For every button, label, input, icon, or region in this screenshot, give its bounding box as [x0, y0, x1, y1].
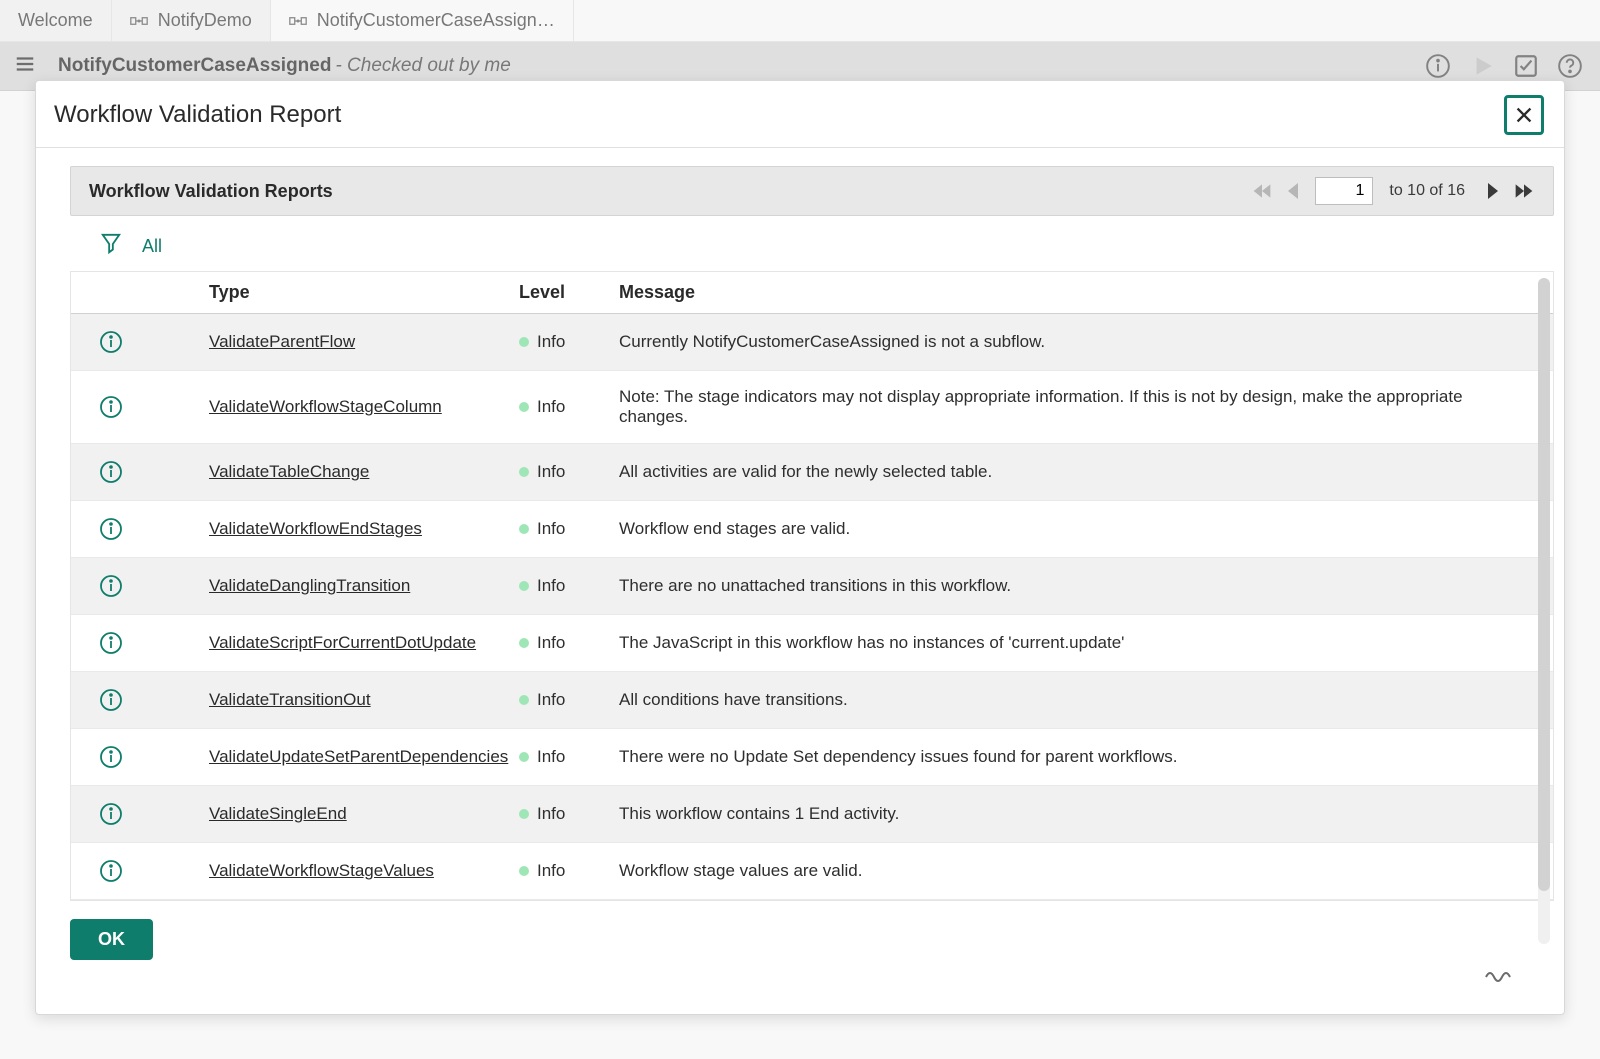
message-text: All activities are valid for the newly s…	[619, 462, 1525, 482]
info-icon[interactable]	[99, 395, 209, 419]
dialog-title: Workflow Validation Report	[54, 101, 341, 129]
validation-type-link[interactable]: ValidateDanglingTransition	[209, 576, 410, 595]
validation-type-link[interactable]: ValidateParentFlow	[209, 332, 355, 351]
info-icon[interactable]	[99, 330, 209, 354]
level-text: Info	[537, 576, 565, 596]
level-text: Info	[537, 519, 565, 539]
table-row: ValidateDanglingTransition Info There ar…	[71, 558, 1553, 615]
validation-type-link[interactable]: ValidateSingleEnd	[209, 804, 347, 823]
col-level: Level	[519, 282, 619, 303]
info-icon[interactable]	[99, 859, 209, 883]
scrollbar-thumb[interactable]	[1538, 278, 1550, 891]
message-text: Note: The stage indicators may not displ…	[619, 387, 1525, 427]
info-icon[interactable]	[99, 574, 209, 598]
validation-type-link[interactable]: ValidateWorkflowStageColumn	[209, 397, 442, 416]
table-row: ValidateTransitionOut Info All condition…	[71, 672, 1553, 729]
ok-button[interactable]: OK	[70, 919, 153, 960]
info-icon[interactable]	[99, 802, 209, 826]
table-row: ValidateTableChange Info All activities …	[71, 444, 1553, 501]
info-icon[interactable]	[99, 688, 209, 712]
status-dot-icon	[519, 752, 529, 762]
level-text: Info	[537, 332, 565, 352]
message-text: Workflow end stages are valid.	[619, 519, 1525, 539]
pager-last-icon[interactable]	[1513, 181, 1535, 201]
status-dot-icon	[519, 524, 529, 534]
level-text: Info	[537, 804, 565, 824]
pager-first-icon	[1251, 181, 1273, 201]
col-message: Message	[619, 282, 1525, 303]
validation-type-link[interactable]: ValidateTableChange	[209, 462, 369, 481]
pager-next-icon[interactable]	[1481, 181, 1503, 201]
pager-prev-icon	[1283, 181, 1305, 201]
status-dot-icon	[519, 638, 529, 648]
table-row: ValidateSingleEnd Info This workflow con…	[71, 786, 1553, 843]
level-text: Info	[537, 690, 565, 710]
message-text: Currently NotifyCustomerCaseAssigned is …	[619, 332, 1525, 352]
filter-all-link[interactable]: All	[142, 236, 162, 257]
filter-icon[interactable]	[100, 232, 122, 261]
pager-page-input[interactable]	[1315, 177, 1373, 205]
validation-type-link[interactable]: ValidateWorkflowEndStages	[209, 519, 422, 538]
resize-handle-icon[interactable]	[1484, 963, 1518, 990]
info-icon[interactable]	[99, 517, 209, 541]
message-text: All conditions have transitions.	[619, 690, 1525, 710]
subheader-title: Workflow Validation Reports	[89, 181, 333, 202]
scrollbar[interactable]	[1538, 278, 1550, 944]
table-row: ValidateScriptForCurrentDotUpdate Info T…	[71, 615, 1553, 672]
list-subheader: Workflow Validation Reports to 10 of 16	[70, 166, 1554, 216]
level-text: Info	[537, 462, 565, 482]
validation-type-link[interactable]: ValidateUpdateSetParentDependencies	[209, 747, 508, 766]
info-icon[interactable]	[99, 460, 209, 484]
level-text: Info	[537, 633, 565, 653]
table-row: ValidateWorkflowStageColumn Info Note: T…	[71, 371, 1553, 444]
level-text: Info	[537, 861, 565, 881]
pager-range: to 10 of 16	[1389, 182, 1465, 200]
col-type: Type	[209, 282, 519, 303]
message-text: This workflow contains 1 End activity.	[619, 804, 1525, 824]
message-text: There were no Update Set dependency issu…	[619, 747, 1525, 767]
table-row: ValidateWorkflowEndStages Info Workflow …	[71, 501, 1553, 558]
info-icon[interactable]	[99, 745, 209, 769]
pager: to 10 of 16	[1251, 177, 1535, 205]
level-text: Info	[537, 397, 565, 417]
message-text: Workflow stage values are valid.	[619, 861, 1525, 881]
validation-type-link[interactable]: ValidateTransitionOut	[209, 690, 371, 709]
table-row: ValidateUpdateSetParentDependencies Info…	[71, 729, 1553, 786]
status-dot-icon	[519, 337, 529, 347]
status-dot-icon	[519, 402, 529, 412]
status-dot-icon	[519, 581, 529, 591]
info-icon[interactable]	[99, 631, 209, 655]
message-text: There are no unattached transitions in t…	[619, 576, 1525, 596]
close-button[interactable]	[1504, 95, 1544, 135]
table-row: ValidateWorkflowStageValues Info Workflo…	[71, 843, 1553, 900]
validation-report-dialog: Workflow Validation Report Workflow Vali…	[35, 80, 1565, 1015]
status-dot-icon	[519, 467, 529, 477]
status-dot-icon	[519, 809, 529, 819]
report-table: Type Level Message ValidateParentFlow In…	[70, 271, 1554, 901]
validation-type-link[interactable]: ValidateScriptForCurrentDotUpdate	[209, 633, 476, 652]
message-text: The JavaScript in this workflow has no i…	[619, 633, 1525, 653]
validation-type-link[interactable]: ValidateWorkflowStageValues	[209, 861, 434, 880]
table-row: ValidateParentFlow Info Currently Notify…	[71, 314, 1553, 371]
status-dot-icon	[519, 695, 529, 705]
status-dot-icon	[519, 866, 529, 876]
level-text: Info	[537, 747, 565, 767]
